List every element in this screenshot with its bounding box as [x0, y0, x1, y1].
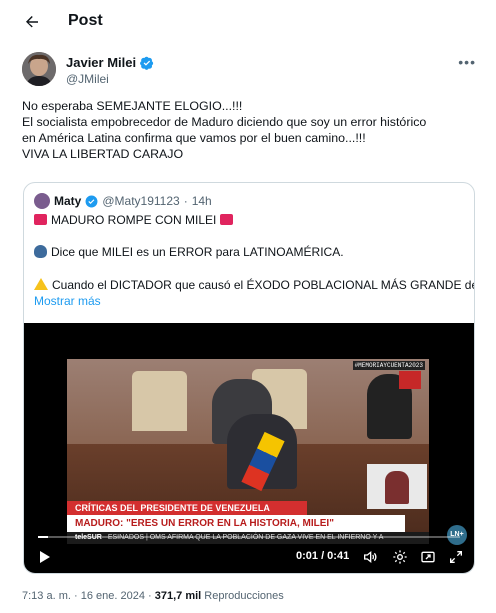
channel-logo-icon — [399, 371, 421, 389]
siren-emoji-icon — [220, 214, 234, 225]
video-progress-fill — [38, 536, 49, 538]
fullscreen-icon[interactable] — [448, 549, 464, 565]
quoted-line-3-text: Cuando el DICTADOR que causó el ÉXODO PO… — [52, 278, 475, 292]
more-icon: ••• — [458, 54, 476, 70]
video-scene-interpreter — [385, 471, 409, 504]
separator-dot: · — [73, 590, 78, 602]
video-player[interactable]: #MEMORIAYCUENTA2023 CRÍTICAS DEL PRESIDE… — [24, 323, 474, 573]
post-time[interactable]: 7:13 a. m. — [22, 590, 71, 602]
post-author: Javier Milei @JMilei ••• — [22, 52, 476, 88]
quoted-line-2-text: Dice que MILEI es un ERROR para LATINOAM… — [51, 245, 344, 259]
post-date[interactable]: 16 ene. 2024 — [81, 590, 145, 602]
volume-icon[interactable] — [362, 549, 378, 565]
chyron-top: CRÍTICAS DEL PRESIDENTE DE VENEZUELA — [67, 501, 307, 515]
warning-emoji-icon — [34, 278, 48, 290]
settings-gear-icon[interactable] — [392, 549, 408, 565]
verified-badge-icon — [140, 56, 154, 70]
separator-dot: · — [148, 590, 152, 602]
video-controls: 0:01 / 0:41 — [24, 547, 474, 569]
video-scene-chair — [132, 371, 187, 431]
siren-emoji-icon — [34, 214, 47, 225]
picture-in-picture-icon[interactable] — [420, 549, 436, 565]
post-text: No esperaba SEMEJANTE ELOGIO...!!! El so… — [22, 98, 478, 162]
post-line: en América Latina confirma que vamos por… — [22, 131, 366, 145]
view-count: 371,7 mil — [154, 590, 202, 602]
avatar[interactable] — [22, 52, 56, 86]
channel-badge: LN+ — [447, 525, 467, 545]
author-name-text[interactable]: Javier Milei — [66, 55, 136, 70]
post-line: El socialista empobrecedor de Maduro dic… — [22, 115, 427, 129]
play-icon[interactable] — [36, 549, 52, 565]
post-line: No esperaba SEMEJANTE ELOGIO...!!! — [22, 99, 243, 113]
video-time: 0:01 / 0:41 — [296, 550, 350, 562]
page-title: Post — [68, 12, 103, 29]
quoted-author-name: Maty — [54, 194, 82, 208]
chyron-ticker: teleSUR ESINADOS | OMS AFIRMA QUE LA POBL… — [67, 532, 429, 544]
show-more-link[interactable]: Mostrar más — [34, 294, 101, 308]
quoted-author-handle: @Maty191123 — [102, 194, 180, 208]
quoted-line-2: Dice que MILEI es un ERROR para LATINOAM… — [34, 245, 344, 259]
quoted-line-1-text: MADURO ROMPE CON MILEI — [51, 213, 217, 227]
quoted-post[interactable]: Maty @Maty191123 · 14h MADURO ROMPE CON … — [23, 182, 475, 574]
quoted-line-3: Cuando el DICTADOR que causó el ÉXODO PO… — [34, 278, 475, 292]
quoted-line-1: MADURO ROMPE CON MILEI — [34, 213, 234, 227]
separator-dot: · — [183, 194, 188, 208]
post-line: VIVA LA LIBERTAD CARAJO — [22, 147, 184, 161]
author-handle[interactable]: @JMilei — [66, 72, 109, 86]
speaking-head-emoji-icon — [34, 245, 47, 258]
verified-badge-icon — [85, 195, 98, 207]
more-options-button[interactable]: ••• — [458, 54, 476, 70]
top-bar: Post — [0, 0, 496, 44]
arrow-left-icon — [26, 16, 38, 28]
video-hashtag: #MEMORIAYCUENTA2023 — [352, 361, 425, 370]
quoted-post-header: Maty @Maty191123 · 14h — [34, 193, 212, 209]
post-metadata: 7:13 a. m. · 16 ene. 2024 · 371,7 mil Re… — [22, 590, 284, 602]
view-label: Reproducciones — [204, 590, 284, 602]
video-progress-bar[interactable] — [38, 536, 460, 538]
quoted-timestamp: 14h — [191, 194, 212, 208]
chyron-main: MADURO: "ERES UN ERROR EN LA HISTORIA, M… — [67, 515, 405, 532]
quoted-avatar — [34, 193, 50, 209]
author-name[interactable]: Javier Milei — [66, 55, 154, 70]
back-button[interactable] — [20, 10, 44, 34]
